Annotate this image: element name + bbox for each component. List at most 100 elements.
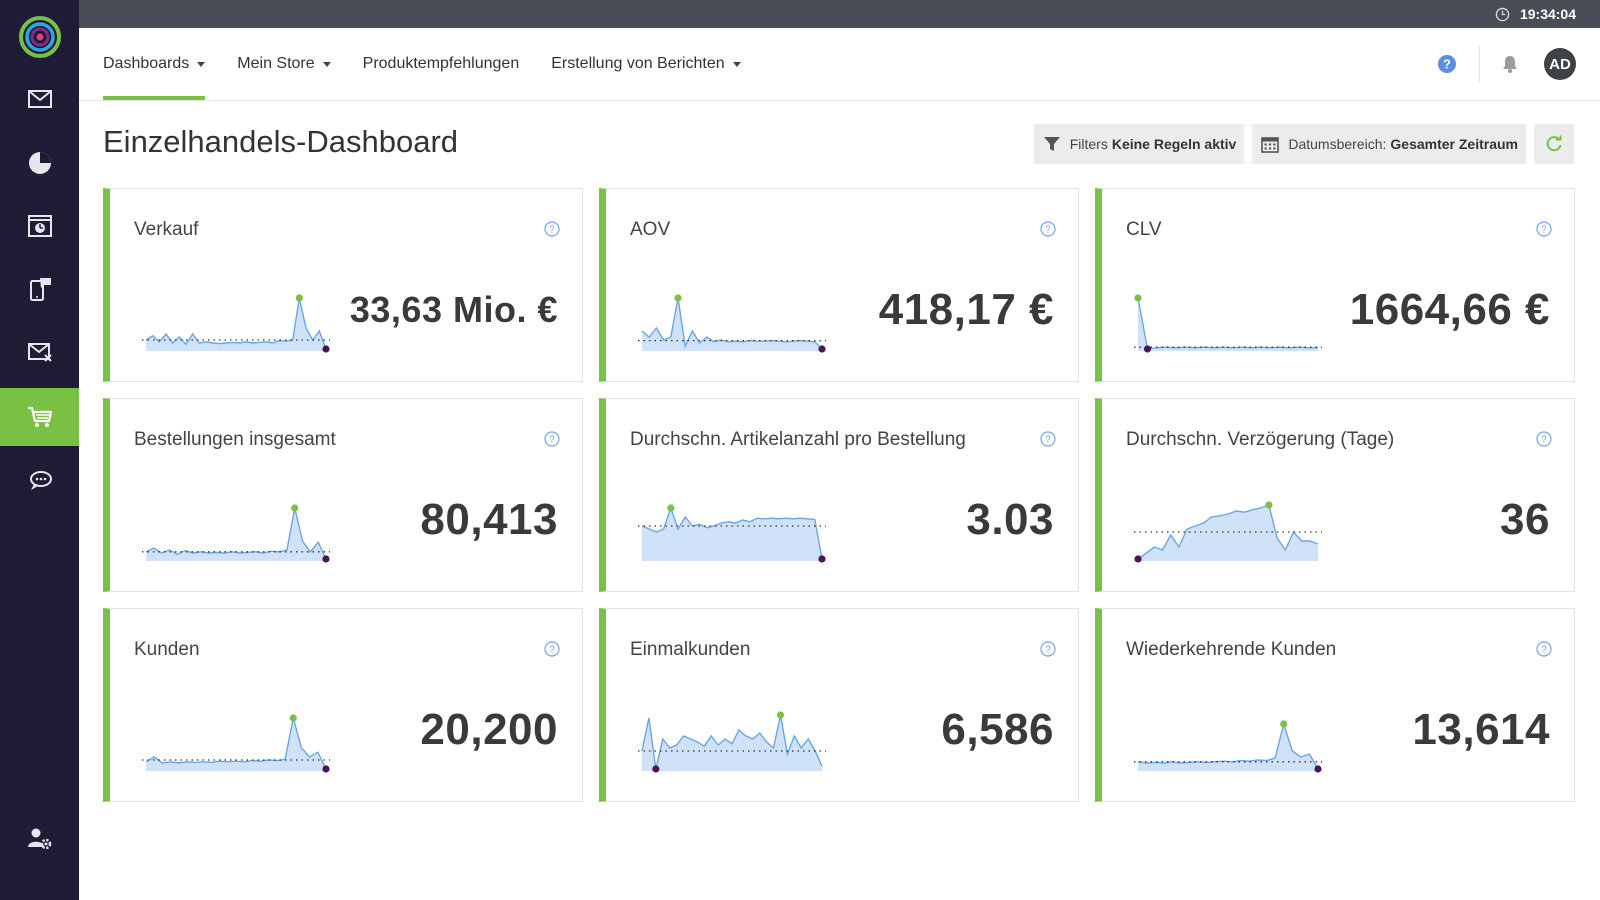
help-button[interactable]: ?	[1435, 52, 1459, 76]
kpi-card-artikelanzahl[interactable]: Durchschn. Artikelanzahl pro Bestellung …	[599, 398, 1079, 592]
sparkline-area	[146, 718, 326, 771]
help-icon: ?	[1438, 55, 1456, 73]
kpi-title: Kunden	[134, 639, 200, 660]
kpi-title: AOV	[630, 219, 671, 240]
main-header: Dashboards Mein Store Produktempfehlunge…	[79, 28, 1600, 101]
sparkline-max-point	[1134, 294, 1142, 302]
page-title: Einzelhandels-Dashboard	[103, 124, 459, 159]
sparkline-min-point	[652, 765, 660, 773]
sparkline	[638, 294, 826, 353]
svg-text:?: ?	[1541, 645, 1547, 656]
app-logo[interactable]	[19, 16, 61, 58]
sparkline-max-point	[1265, 501, 1273, 509]
chevron-down-icon	[732, 61, 741, 67]
kpi-value: 13,614	[1412, 705, 1550, 754]
sparkline	[142, 504, 330, 563]
sparkline	[1134, 501, 1322, 563]
svg-text:?: ?	[549, 225, 555, 236]
date-range-label: Datumsbereich:	[1288, 136, 1387, 152]
kpi-value: 33,63 Mio. €	[349, 289, 558, 330]
sidebar-item-mail[interactable]	[0, 70, 79, 128]
kpi-value: 6,586	[941, 705, 1054, 754]
svg-text:?: ?	[1045, 435, 1051, 446]
sparkline-max-point	[291, 504, 299, 512]
avatar[interactable]: AD	[1544, 48, 1576, 80]
help-circle-icon[interactable]: ?	[1040, 431, 1056, 447]
clock-icon	[1495, 7, 1510, 21]
menu-mein-store[interactable]: Mein Store	[237, 28, 331, 100]
sparkline-max-point	[667, 504, 675, 512]
sidebar-item-web[interactable]	[0, 197, 79, 255]
mobile-push-icon	[29, 278, 51, 301]
chat-icon	[29, 471, 52, 490]
kpi-card-wiederkehrende-kunden[interactable]: Wiederkehrende Kunden ? 13,614	[1095, 608, 1575, 802]
sparkline	[1134, 720, 1322, 773]
kpi-title: CLV	[1126, 219, 1162, 240]
svg-text:?: ?	[549, 645, 555, 656]
kpi-card-verkauf[interactable]: Verkauf ? 33,63 Mio. €	[103, 188, 583, 382]
kpi-value: 3.03	[966, 495, 1054, 544]
help-circle-icon[interactable]: ?	[1040, 221, 1056, 237]
refresh-icon	[1546, 135, 1562, 152]
menu-dashboards-label: Dashboards	[103, 55, 190, 72]
sidebar	[0, 0, 79, 900]
kpi-value: 418,17 €	[878, 285, 1054, 334]
svg-text:?: ?	[1045, 225, 1051, 236]
date-range-value: Gesamter Zeitraum	[1390, 136, 1518, 152]
sparkline-min-point	[1314, 765, 1322, 773]
kpi-card-bestellungen[interactable]: Bestellungen insgesamt ? 80,413	[103, 398, 583, 592]
svg-text:?: ?	[1541, 435, 1547, 446]
kpi-grid: Verkauf ? 33,63 Mio. € AOV ? 418,17 € CL…	[103, 188, 1575, 802]
sidebar-item-chat[interactable]	[0, 452, 79, 510]
filters-label: Filters	[1069, 136, 1108, 152]
svg-text:?: ?	[1541, 225, 1547, 236]
system-bar: 19:34:04	[79, 0, 1600, 28]
menu-produktempfehlungen[interactable]: Produktempfehlungen	[363, 28, 520, 100]
filter-icon	[1043, 137, 1060, 151]
menu-berichte[interactable]: Erstellung von Berichten	[551, 28, 741, 100]
help-circle-icon[interactable]: ?	[544, 431, 560, 447]
help-circle-icon[interactable]: ?	[1536, 641, 1552, 657]
chevron-down-icon	[197, 61, 206, 67]
sparkline-max-point	[1280, 720, 1288, 728]
pie-chart-icon	[28, 152, 51, 174]
sparkline-min-point	[818, 555, 826, 563]
kpi-value: 80,413	[420, 495, 558, 544]
menu-dashboards[interactable]: Dashboards	[103, 28, 206, 100]
menu-produktempfehlungen-label: Produktempfehlungen	[362, 55, 520, 72]
svg-text:?: ?	[549, 435, 555, 446]
kpi-card-clv[interactable]: CLV ? 1664,66 €	[1095, 188, 1575, 382]
kpi-value: 20,200	[420, 705, 558, 754]
sparkline-area	[1138, 298, 1318, 351]
help-circle-icon[interactable]: ?	[1536, 431, 1552, 447]
kpi-card-verzoegerung[interactable]: Durchschn. Verzögerung (Tage) ? 36	[1095, 398, 1575, 592]
cart-icon	[27, 406, 52, 427]
sidebar-item-email-campaigns[interactable]	[0, 323, 79, 381]
menu-mein-store-label: Mein Store	[237, 55, 315, 72]
refresh-button[interactable]	[1534, 124, 1574, 164]
browser-icon	[27, 215, 52, 237]
kpi-card-aov[interactable]: AOV ? 418,17 €	[599, 188, 1079, 382]
sidebar-item-mobile[interactable]	[0, 260, 79, 318]
help-circle-icon[interactable]: ?	[544, 221, 560, 237]
help-circle-icon[interactable]: ?	[544, 641, 560, 657]
sparkline-min-point	[322, 765, 330, 773]
help-circle-icon[interactable]: ?	[1536, 221, 1552, 237]
filters-button[interactable]: Filters Keine Regeln aktiv	[1033, 124, 1245, 164]
sparkline-min-point	[322, 555, 330, 563]
kpi-title: Verkauf	[134, 219, 199, 240]
notifications-button[interactable]	[1498, 52, 1522, 76]
sparkline-max-point	[776, 711, 785, 719]
sidebar-item-user-settings[interactable]	[0, 810, 79, 868]
sidebar-item-retail[interactable]	[0, 388, 79, 446]
sparkline	[638, 504, 826, 563]
kpi-card-kunden[interactable]: Kunden ? 20,200	[103, 608, 583, 802]
help-circle-icon[interactable]: ?	[1040, 641, 1056, 657]
svg-text:?: ?	[1443, 57, 1451, 72]
date-range-button[interactable]: Datumsbereich: Gesamter Zeitraum	[1252, 124, 1526, 164]
kpi-title: Durchschn. Artikelanzahl pro Bestellung	[630, 429, 966, 450]
dashboard-toolbar: Filters Keine Regeln aktiv Datumsbereich…	[1033, 124, 1574, 164]
sidebar-item-analytics[interactable]	[0, 134, 79, 192]
kpi-title: Bestellungen insgesamt	[134, 429, 336, 450]
kpi-card-einmalkunden[interactable]: Einmalkunden ? 6,586	[599, 608, 1079, 802]
